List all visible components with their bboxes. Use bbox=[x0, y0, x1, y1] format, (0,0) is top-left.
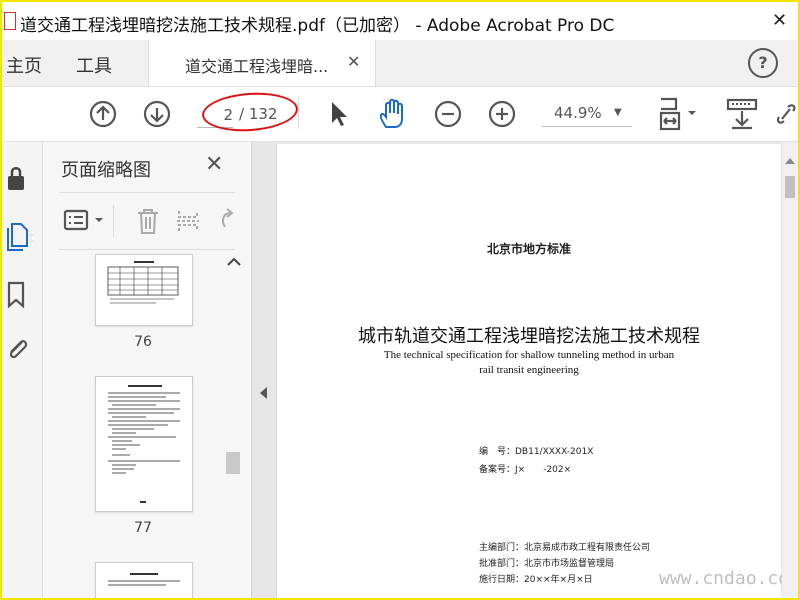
tab-bar: 主页 工具 道交通工程浅埋暗... ✕ ? bbox=[2, 40, 798, 87]
scroll-up-icon[interactable] bbox=[226, 256, 242, 268]
document-scrollbar[interactable] bbox=[782, 142, 798, 598]
select-arrow-icon[interactable] bbox=[326, 99, 352, 129]
thumbnail-number: 77 bbox=[134, 520, 152, 536]
red-annotation-oval bbox=[200, 89, 300, 135]
extract-pages-icon[interactable] bbox=[175, 207, 203, 235]
close-tab-icon[interactable]: ✕ bbox=[347, 52, 360, 71]
zoom-in-icon[interactable] bbox=[487, 99, 517, 129]
hand-tool-icon[interactable] bbox=[376, 97, 410, 131]
thumbnail-number: 76 bbox=[134, 334, 152, 350]
page-preview bbox=[108, 573, 180, 586]
effective-date: 施行日期：20××年×月×日 bbox=[479, 575, 593, 585]
panel-scrollbar[interactable] bbox=[224, 250, 244, 598]
tab-document[interactable]: 道交通工程浅埋暗... ✕ bbox=[148, 40, 376, 86]
bookmark-icon[interactable] bbox=[4, 280, 28, 310]
delete-icon[interactable] bbox=[135, 207, 161, 235]
link-icon[interactable] bbox=[776, 99, 798, 129]
attachment-icon[interactable] bbox=[4, 334, 30, 364]
page-preview bbox=[108, 385, 180, 503]
panel-toolbar bbox=[59, 192, 235, 250]
panel-toolbar-divider bbox=[113, 205, 114, 237]
close-panel-icon[interactable]: ✕ bbox=[205, 152, 223, 177]
thumbnail-page[interactable] bbox=[95, 376, 193, 512]
zoom-out-icon[interactable] bbox=[433, 99, 463, 129]
toolbar-divider bbox=[298, 97, 299, 129]
document-record-number: 备案号：J× -202× bbox=[479, 465, 572, 475]
page-thumbnails-icon[interactable] bbox=[4, 220, 34, 252]
document-view[interactable]: 北京市地方标准 城市轨道交通工程浅埋暗挖法施工技术规程 The technica… bbox=[276, 142, 798, 598]
tab-document-label: 道交通工程浅埋暗... bbox=[185, 57, 329, 76]
tab-tools[interactable]: 工具 bbox=[76, 52, 112, 78]
scroll-up-icon[interactable] bbox=[785, 158, 795, 164]
zoom-select[interactable]: 44.9% ▼ bbox=[542, 100, 632, 127]
fit-page-icon[interactable] bbox=[658, 97, 702, 131]
close-window-icon[interactable]: ✕ bbox=[772, 10, 787, 31]
pdf-file-icon bbox=[4, 12, 16, 30]
zoom-value: 44.9% bbox=[554, 104, 602, 122]
document-title: 城市轨道交通工程浅埋暗挖法施工技术规程 bbox=[358, 326, 700, 347]
rotate-icon[interactable] bbox=[215, 207, 239, 235]
editor-department: 主编部门：北京易成市政工程有限责任公司 bbox=[479, 543, 651, 553]
navigation-rail bbox=[2, 142, 43, 598]
lock-icon[interactable] bbox=[4, 164, 28, 194]
panel-collapse-handle[interactable] bbox=[251, 142, 276, 598]
toolbar: 2 / 132 44.9% ▼ bbox=[2, 87, 798, 142]
standard-heading: 北京市地方标准 bbox=[486, 242, 571, 256]
panel-scroll-thumb[interactable] bbox=[226, 452, 240, 474]
title-bar: 道交通工程浅埋暗挖法施工技术规程.pdf（已加密） - Adobe Acroba… bbox=[2, 2, 798, 40]
tab-home[interactable]: 主页 bbox=[6, 52, 42, 78]
thumbnail-page[interactable] bbox=[95, 562, 193, 598]
pdf-page: 北京市地方标准 城市轨道交通工程浅埋暗挖法施工技术规程 The technica… bbox=[276, 144, 798, 598]
panel-title: 页面缩略图 bbox=[61, 160, 151, 181]
site-watermark: www.cndao.com bbox=[659, 568, 800, 589]
document-english-title: The technical specification for shallow … bbox=[383, 349, 675, 376]
page-preview bbox=[107, 261, 179, 304]
previous-page-icon[interactable] bbox=[88, 99, 118, 129]
window-title: 道交通工程浅埋暗挖法施工技术规程.pdf（已加密） - Adobe Acroba… bbox=[20, 16, 615, 36]
options-menu-icon[interactable] bbox=[63, 209, 107, 233]
keyboard-scroll-icon[interactable] bbox=[724, 97, 760, 131]
next-page-icon[interactable] bbox=[142, 99, 172, 129]
app-window: 道交通工程浅埋暗挖法施工技术规程.pdf（已加密） - Adobe Acroba… bbox=[0, 0, 800, 600]
thumbnails-panel: 页面缩略图 ✕ 76 77 bbox=[43, 142, 250, 598]
thumbnail-page[interactable] bbox=[95, 254, 193, 326]
document-code: 编 号：DB11/XXXX-201X bbox=[479, 447, 594, 457]
collapse-arrow-icon bbox=[260, 387, 267, 399]
thumbnail-list: 76 77 bbox=[43, 250, 223, 598]
approval-department: 批准部门：北京市市场监督管理局 bbox=[479, 559, 615, 569]
document-scroll-thumb[interactable] bbox=[785, 176, 795, 198]
chevron-down-icon: ▼ bbox=[614, 107, 622, 118]
help-icon[interactable]: ? bbox=[748, 48, 778, 78]
